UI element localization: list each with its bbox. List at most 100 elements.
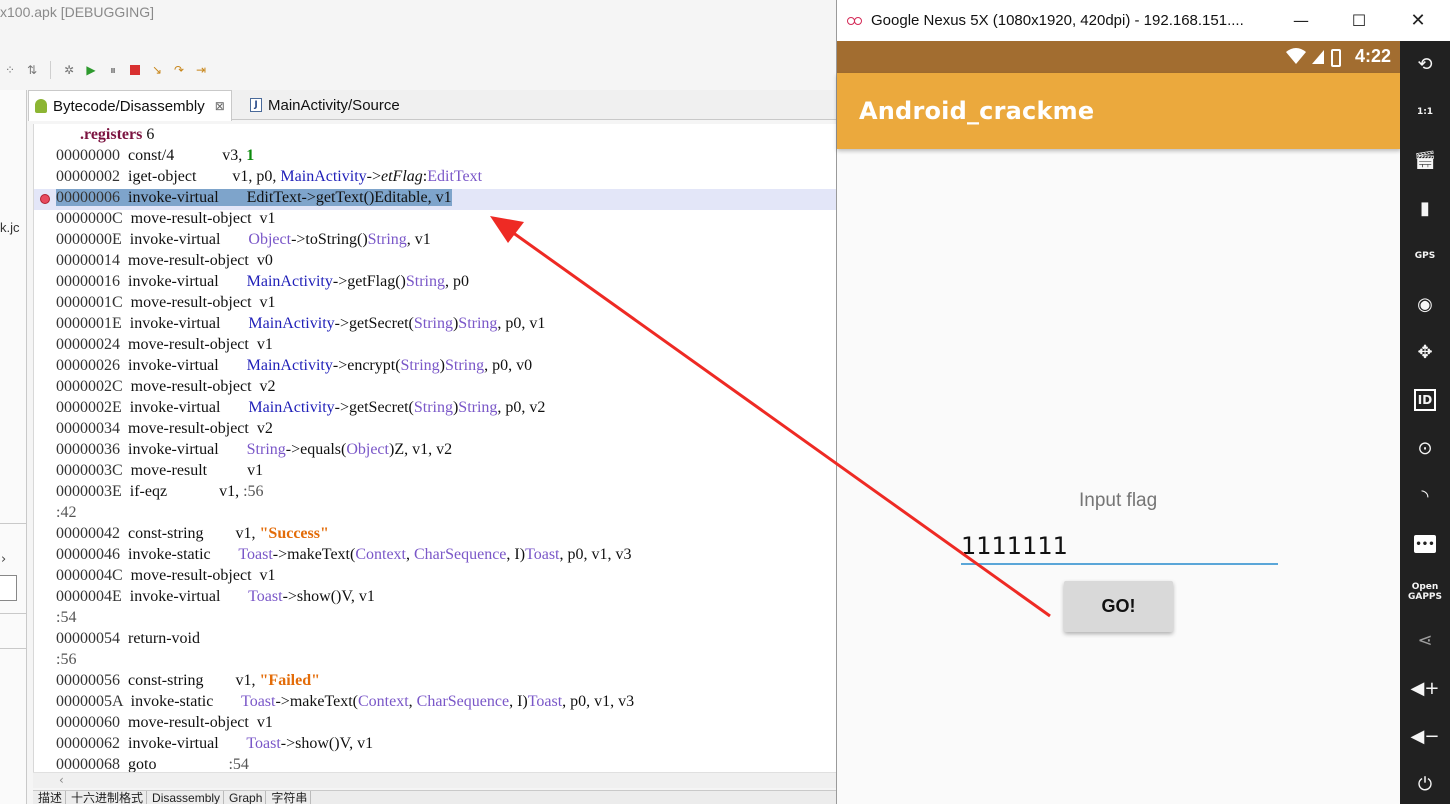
graph-icon[interactable]: ⁘ (2, 62, 18, 78)
code-listing: .registers 6 00000000 const/4 v3, 1 0000… (34, 126, 836, 772)
code-line[interactable]: 0000005A invoke-static Toast->makeText(C… (34, 693, 836, 714)
code-line[interactable]: 00000042 const-string v1, "Success" (34, 525, 836, 546)
terminate-icon[interactable] (127, 62, 143, 78)
maximize-button[interactable]: ☐ (1347, 8, 1371, 32)
rss-icon[interactable]: ◝ (1400, 481, 1450, 511)
divider (0, 648, 27, 649)
signal-icon (1312, 50, 1324, 64)
code-line-breakpoint-current[interactable]: 00000006 invoke-virtual EditText->getTex… (34, 189, 836, 210)
code-line[interactable]: 00000054 return-void (34, 630, 836, 651)
code-label[interactable]: :42 (34, 504, 836, 525)
share-icon[interactable]: ⋖ (1400, 625, 1450, 655)
minimize-button[interactable]: — (1289, 8, 1313, 32)
code-line[interactable]: 00000024 move-result-object v1 (34, 336, 836, 357)
java-file-icon: J (250, 98, 262, 112)
id-label: ID (1414, 389, 1436, 411)
code-line[interactable]: 00000000 const/4 v3, 1 (34, 147, 836, 168)
code-line[interactable]: 0000000E invoke-virtual Object->toString… (34, 231, 836, 252)
bottom-view-tabs: 描述 十六进制格式 Disassembly Graph 字符串 (33, 790, 836, 804)
code-line[interactable]: 00000034 move-result-object v2 (34, 420, 836, 441)
close-icon[interactable]: ⊠ (215, 99, 225, 113)
wifi-icon (1286, 48, 1306, 64)
bottom-tab[interactable]: Disassembly (149, 791, 225, 804)
volume-up-icon[interactable]: ◀+ (1400, 673, 1450, 703)
code-line[interactable]: 00000016 invoke-virtual MainActivity->ge… (34, 273, 836, 294)
flag-input[interactable] (961, 529, 1278, 565)
pause-icon[interactable]: ⏸ (105, 62, 121, 78)
ide-window: x100.apk [DEBUGGING] ⁘ ⇅ ✲ ▶ ⏸ ↘ ↷ ⇥ k.j… (0, 0, 836, 804)
disk-icon[interactable]: ⊙ (1400, 433, 1450, 463)
code-line[interactable]: 00000046 invoke-static Toast->makeText(C… (34, 546, 836, 567)
expand-chevron-icon[interactable]: › (1, 552, 6, 567)
emulator-window-title: Google Nexus 5X (1080x1920, 420dpi) - 19… (871, 12, 1244, 29)
code-line[interactable]: 00000068 goto :54 (34, 756, 836, 772)
step-return-icon[interactable]: ⇥ (193, 62, 209, 78)
code-line[interactable]: 0000001E invoke-virtual MainActivity->ge… (34, 315, 836, 336)
code-line[interactable]: 0000003E if-eqz v1, :56 (34, 483, 836, 504)
status-time: 4:22 (1354, 46, 1391, 66)
code-line[interactable]: 0000000C move-result-object v1 (34, 210, 836, 231)
breakpoint-icon[interactable] (40, 194, 50, 204)
clapper-icon[interactable]: 🎬︎ (1400, 145, 1450, 175)
volume-down-icon[interactable]: ◀− (1400, 721, 1450, 751)
step-into-icon[interactable]: ↘ (149, 62, 165, 78)
code-label[interactable]: :56 (34, 651, 836, 672)
app-bar: Android_crackme (837, 73, 1401, 149)
opengapps-icon[interactable]: Open GAPPS (1400, 577, 1450, 607)
ide-window-title: x100.apk [DEBUGGING] (0, 4, 155, 20)
bottom-tab[interactable]: 十六进制格式 (68, 791, 148, 804)
app-title: Android_crackme (859, 97, 1095, 125)
code-line[interactable]: 0000002E invoke-virtual MainActivity->ge… (34, 399, 836, 420)
horizontal-scrollbar[interactable]: ‹ (33, 772, 836, 788)
code-line[interactable]: 00000014 move-result-object v0 (34, 252, 836, 273)
code-line[interactable]: 0000003C move-result v1 (34, 462, 836, 483)
emulator-window: Google Nexus 5X (1080x1920, 420dpi) - 19… (836, 0, 1401, 804)
gps-icon[interactable]: GPS (1400, 241, 1450, 271)
bottom-tab[interactable]: Graph (226, 791, 267, 804)
move-icon[interactable]: ✥ (1400, 337, 1450, 367)
disassembly-editor[interactable]: .registers 6 00000000 const/4 v3, 1 0000… (33, 124, 836, 772)
code-line[interactable]: 00000026 invoke-virtual MainActivity->en… (34, 357, 836, 378)
left-panel-input[interactable] (0, 575, 17, 601)
tab-label: Bytecode/Disassembly (53, 97, 205, 115)
input-flag-label: Input flag (1079, 490, 1158, 511)
left-panel-fragment: k.jc (0, 220, 20, 235)
code-line[interactable]: 0000004E invoke-virtual Toast->show()V, … (34, 588, 836, 609)
go-button[interactable]: GO! (1064, 581, 1173, 632)
emulator-control-sidebar: ⟲ 1:1 🎬︎ ▮ GPS ◉ ✥ ID ⊙ ◝ ••• Open GAPPS… (1400, 41, 1450, 804)
branch-icon[interactable]: ⇅ (24, 62, 40, 78)
bottom-tab[interactable]: 字符串 (268, 791, 312, 804)
code-line[interactable]: 0000004C move-result-object v1 (34, 567, 836, 588)
code-line[interactable]: 0000002C move-result-object v2 (34, 378, 836, 399)
code-label[interactable]: :54 (34, 609, 836, 630)
left-panel-strip: k.jc › (0, 90, 27, 804)
code-line[interactable]: 00000062 invoke-virtual Toast->show()V, … (34, 735, 836, 756)
code-line[interactable]: 00000002 iget-object v1, p0, MainActivit… (34, 168, 836, 189)
toolbar-separator (50, 61, 51, 79)
power-icon[interactable]: ⏻ (1400, 769, 1450, 799)
tab-bytecode-disassembly[interactable]: Bytecode/Disassembly ⊠ (28, 90, 232, 121)
status-bar: 4:22 (837, 41, 1401, 73)
tab-label: MainActivity/Source (268, 96, 400, 114)
code-line[interactable]: 0000001C move-result-object v1 (34, 294, 836, 315)
code-line[interactable]: 00000056 const-string v1, "Failed" (34, 672, 836, 693)
debug-settings-icon[interactable]: ✲ (61, 62, 77, 78)
message-icon[interactable]: ••• (1400, 529, 1450, 559)
step-over-icon[interactable]: ↷ (171, 62, 187, 78)
one-to-one-icon[interactable]: 1:1 (1400, 97, 1450, 127)
window-close-icon[interactable]: ✕ (1406, 8, 1430, 32)
id-icon[interactable]: ID (1400, 385, 1450, 415)
emulator-logo-icon (847, 16, 863, 26)
code-line[interactable]: 00000036 invoke-virtual String->equals(O… (34, 441, 836, 462)
battery-icon[interactable]: ▮ (1400, 193, 1450, 223)
battery-status-icon (1331, 49, 1341, 67)
code-line[interactable]: 00000060 move-result-object v1 (34, 714, 836, 735)
phone-screen: 4:22 Android_crackme Input flag GO! (837, 41, 1401, 804)
tab-mainactivity-source[interactable]: J MainActivity/Source (244, 90, 406, 120)
resume-icon[interactable]: ▶ (83, 62, 99, 78)
camera-icon[interactable]: ◉ (1400, 289, 1450, 319)
bottom-tab[interactable]: 描述 (35, 791, 67, 804)
scroll-left-icon[interactable]: ‹ (59, 773, 64, 787)
divider (0, 523, 27, 524)
rotate-icon[interactable]: ⟲ (1400, 49, 1450, 79)
